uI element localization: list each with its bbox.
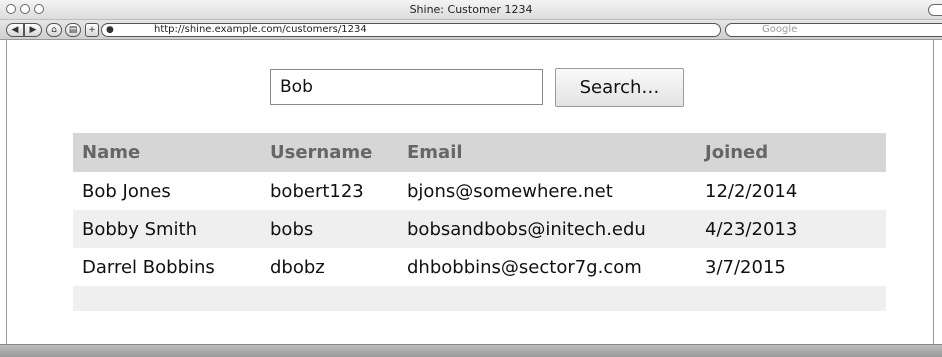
customer-results-table: Name Username Email Joined Bob Jones bob… <box>73 133 886 311</box>
cell-username: bobert123 <box>270 180 364 202</box>
cell-joined: 12/2/2014 <box>705 180 798 202</box>
status-bar <box>0 344 942 357</box>
site-favicon-icon: ● <box>106 25 114 35</box>
table-row: Bobby Smith bobs bobsandbobs@initech.edu… <box>73 210 886 248</box>
browser-window: Shine: Customer 1234 ◀ ▶ ⌂ ▤ + ● http://… <box>0 0 942 357</box>
table-empty-row <box>73 286 886 311</box>
cell-joined: 3/7/2015 <box>705 256 786 278</box>
cell-email: bjons@somewhere.net <box>407 180 613 202</box>
toolbar-toggle-button[interactable] <box>928 4 942 16</box>
browser-toolbar: ◀ ▶ ⌂ ▤ + ● http://shine.example.com/cus… <box>0 20 942 40</box>
cell-email: dhbobbins@sector7g.com <box>407 256 642 278</box>
cell-joined: 4/23/2013 <box>696 210 886 248</box>
right-arrow-icon: ▶ <box>29 25 37 35</box>
print-button[interactable]: ▤ <box>65 23 81 37</box>
plus-icon: + <box>88 25 96 35</box>
search-button[interactable]: Search… <box>555 68 684 107</box>
back-button[interactable]: ◀ <box>6 23 24 37</box>
cell-email: bobsandbobs@initech.edu <box>398 210 696 248</box>
home-icon: ⌂ <box>51 25 57 35</box>
table-row: Bob Jones bobert123 bjons@somewhere.net … <box>73 172 886 210</box>
page-content: Search… Name Username Email Joined Bob J… <box>6 40 934 344</box>
column-header-username: Username <box>261 133 398 172</box>
cell-username: dbobz <box>270 256 325 278</box>
column-header-email: Email <box>398 133 696 172</box>
url-text: http://shine.example.com/customers/1234 <box>154 24 367 35</box>
left-arrow-icon: ◀ <box>11 25 19 35</box>
column-header-name: Name <box>73 133 261 172</box>
title-bar: Shine: Customer 1234 <box>0 0 942 20</box>
printer-icon: ▤ <box>68 25 78 35</box>
forward-button[interactable]: ▶ <box>24 23 42 37</box>
home-button[interactable]: ⌂ <box>46 23 62 37</box>
table-row: Darrel Bobbins dbobz dhbobbins@sector7g.… <box>73 248 886 286</box>
customer-search-input[interactable] <box>270 69 543 105</box>
address-bar[interactable]: ● http://shine.example.com/customers/123… <box>101 23 721 37</box>
browser-search-placeholder: Google <box>762 24 798 35</box>
add-bookmark-button[interactable]: + <box>85 23 99 37</box>
cell-username: bobs <box>261 210 398 248</box>
window-title: Shine: Customer 1234 <box>409 3 533 16</box>
table-header-row: Name Username Email Joined <box>73 133 886 172</box>
cell-name: Bobby Smith <box>73 210 261 248</box>
cell-name: Darrel Bobbins <box>82 256 215 278</box>
column-header-joined: Joined <box>696 133 886 172</box>
cell-name: Bob Jones <box>82 180 171 202</box>
browser-search-field[interactable]: Google <box>725 23 942 37</box>
